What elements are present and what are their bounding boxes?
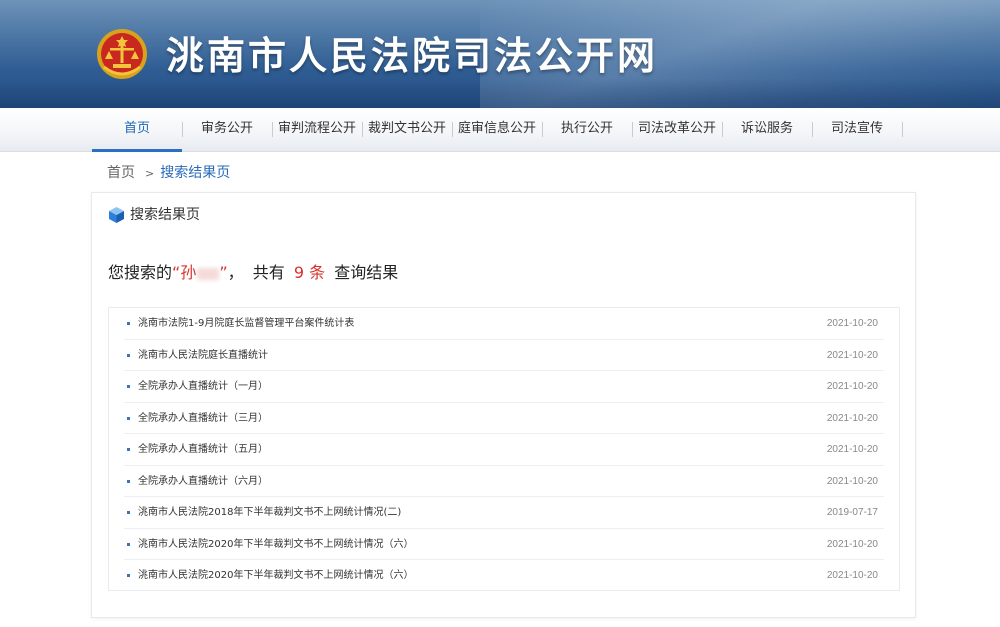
result-title[interactable]: 洮南市法院1-9月院庭长监督管理平台案件统计表: [138, 308, 354, 339]
breadcrumb-current[interactable]: 搜索结果页: [160, 165, 230, 181]
summary-prefix: 您搜索的: [108, 263, 173, 282]
search-keyword: 孙: [180, 263, 197, 282]
result-title[interactable]: 全院承办人直播统计（一月）: [138, 371, 268, 402]
redacted-keyword: [197, 267, 220, 280]
summary-middle: 共有: [252, 263, 285, 282]
main-nav: 首页 审务公开 审判流程公开 裁判文书公开 庭审信息公开 执行公开 司法改革公开…: [0, 108, 1000, 152]
summary-quote-close: ”: [219, 263, 228, 282]
result-date: 2021-10-20: [826, 412, 878, 424]
result-count: 9 条: [293, 263, 326, 282]
search-summary: 您搜索的“孙”， 共有 9 条 查询结果: [108, 261, 398, 285]
result-title[interactable]: 洮南市人民法院2018年下半年裁判文书不上网统计情况(二): [138, 497, 401, 528]
result-title[interactable]: 洮南市人民法院庭长直播统计: [138, 340, 268, 371]
nav-item-affairs[interactable]: 审务公开: [182, 108, 272, 152]
results-list: 洮南市法院1-9月院庭长监督管理平台案件统计表 2021-10-20 洮南市人民…: [108, 307, 900, 591]
bullet-icon: [127, 385, 130, 388]
banner-shade: [0, 78, 1000, 108]
result-title[interactable]: 全院承办人直播统计（六月）: [138, 466, 268, 497]
nav-item-hearing-info[interactable]: 庭审信息公开: [452, 108, 542, 152]
result-date: 2021-10-20: [826, 444, 878, 455]
list-item[interactable]: 洮南市人民法院2020年下半年裁判文书不上网统计情况（六） 2021-10-20: [124, 560, 884, 592]
bullet-icon: [127, 353, 130, 357]
bullet-icon: [127, 448, 130, 451]
result-date: 2021-10-20: [826, 475, 878, 487]
bullet-icon: [127, 574, 130, 577]
result-date: 2021-10-20: [826, 570, 878, 581]
site-banner: 洮南市人民法院司法公开网: [0, 0, 1000, 108]
list-item[interactable]: 洮南市法院1-9月院庭长监督管理平台案件统计表 2021-10-20: [124, 308, 884, 340]
breadcrumb-separator: >: [145, 167, 155, 180]
result-date: 2021-10-20: [826, 349, 878, 361]
result-title[interactable]: 全院承办人直播统计（五月）: [138, 434, 268, 465]
breadcrumb: 首页 > 搜索结果页: [107, 163, 230, 183]
result-date: 2021-10-20: [826, 381, 878, 392]
result-date: 2019-07-17: [826, 507, 878, 518]
list-item[interactable]: 全院承办人直播统计（三月） 2021-10-20: [124, 403, 884, 434]
bullet-icon: [127, 322, 130, 325]
cube-icon: [109, 207, 124, 223]
bullet-icon: [127, 479, 130, 483]
result-title[interactable]: 洮南市人民法院2020年下半年裁判文书不上网统计情况（六）: [138, 560, 413, 591]
nav-item-judgments[interactable]: 裁判文书公开: [362, 108, 452, 152]
nav-separator: [902, 122, 903, 137]
list-item[interactable]: 洮南市人民法院2018年下半年裁判文书不上网统计情况(二) 2019-07-17: [124, 497, 884, 529]
search-results-panel: 搜索结果页 您搜索的“孙”， 共有 9 条 查询结果 洮南市法院1-9月院庭长监…: [91, 192, 916, 618]
result-date: 2021-10-20: [826, 318, 878, 329]
list-item[interactable]: 全院承办人直播统计（一月） 2021-10-20: [124, 371, 884, 403]
list-item[interactable]: 洮南市人民法院2020年下半年裁判文书不上网统计情况（六） 2021-10-20: [124, 529, 884, 560]
site-title: 洮南市人民法院司法公开网: [166, 34, 659, 78]
result-title[interactable]: 全院承办人直播统计（三月）: [138, 403, 268, 434]
nav-item-judicial-reform[interactable]: 司法改革公开: [632, 108, 722, 152]
nav-item-trial-process[interactable]: 审判流程公开: [272, 108, 362, 152]
result-date: 2021-10-20: [826, 538, 878, 550]
result-title[interactable]: 洮南市人民法院2020年下半年裁判文书不上网统计情况（六）: [138, 529, 413, 560]
list-item[interactable]: 全院承办人直播统计（六月） 2021-10-20: [124, 466, 884, 497]
summary-suffix: 查询结果: [334, 263, 399, 282]
summary-comma: ，: [227, 263, 244, 282]
list-item[interactable]: 全院承办人直播统计（五月） 2021-10-20: [124, 434, 884, 466]
breadcrumb-home-link[interactable]: 首页: [107, 165, 135, 181]
nav-item-litigation-service[interactable]: 诉讼服务: [722, 108, 812, 152]
panel-title: 搜索结果页: [130, 207, 200, 223]
bullet-icon: [127, 416, 130, 420]
nav-item-home[interactable]: 首页: [92, 108, 182, 152]
nav-item-enforcement[interactable]: 执行公开: [542, 108, 632, 152]
court-emblem-icon: [97, 29, 147, 79]
nav-item-publicity[interactable]: 司法宣传: [812, 108, 902, 152]
bullet-icon: [127, 511, 130, 514]
list-item[interactable]: 洮南市人民法院庭长直播统计 2021-10-20: [124, 340, 884, 371]
bullet-icon: [127, 542, 130, 546]
